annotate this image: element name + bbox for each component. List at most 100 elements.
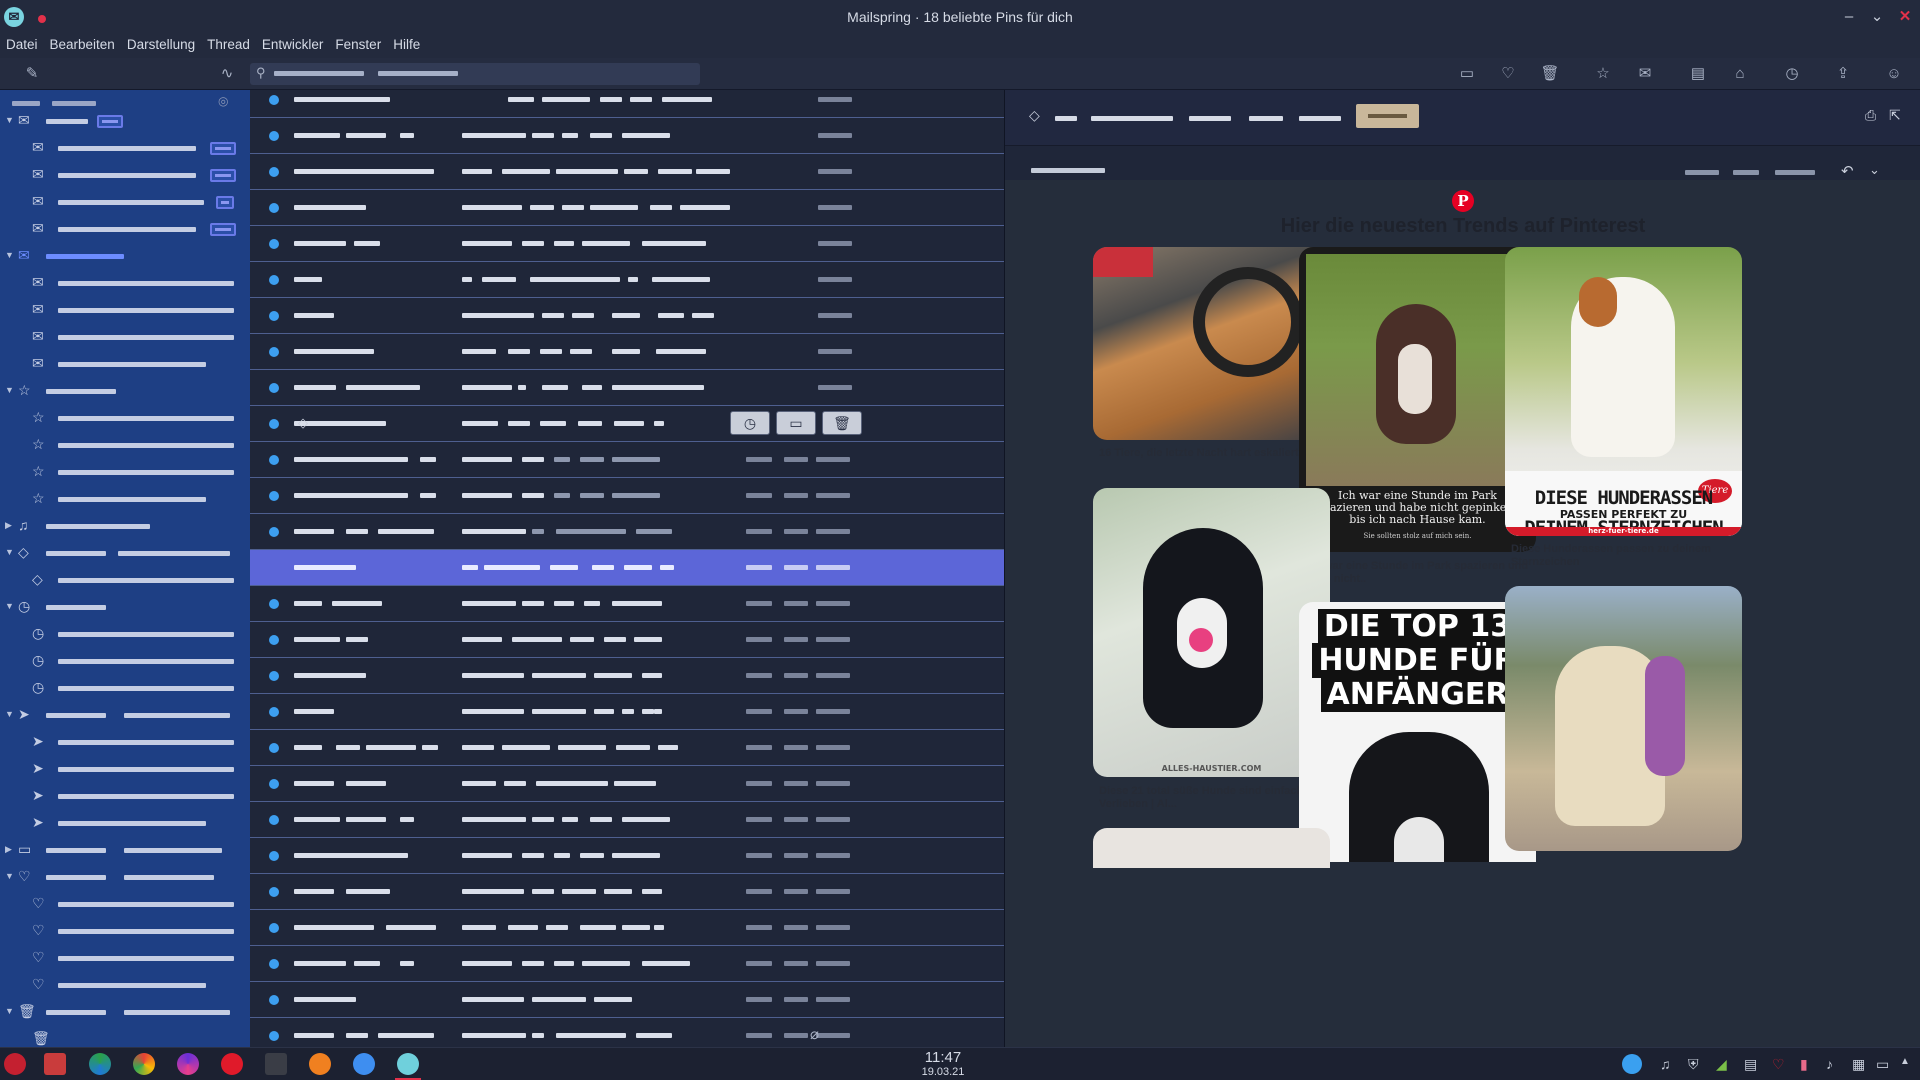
clipboard-icon[interactable]: ▦ [1852, 1056, 1865, 1073]
snooze-button[interactable]: ◷ [730, 411, 770, 435]
thread-row[interactable] [250, 622, 1004, 658]
unread-dot-icon[interactable] [269, 347, 279, 357]
search-input[interactable]: ⚲ [250, 63, 700, 85]
unread-dot-icon[interactable] [269, 131, 279, 141]
thread-row[interactable]: ◇ ◷ ▭ 🗑 [250, 406, 1004, 442]
mailspring-task-icon[interactable] [397, 1053, 419, 1075]
unread-dot-icon[interactable] [269, 203, 279, 213]
sidebar-item-inbox-account[interactable]: ✉ [0, 162, 250, 189]
reply-icon[interactable]: ↶ [1841, 162, 1854, 180]
sidebar-item-starred-account[interactable]: ☆ [0, 405, 250, 432]
star-icon[interactable]: ☆ [1593, 65, 1613, 83]
sidebar-item-starred[interactable]: ▼ ☆ [0, 378, 250, 405]
thread-row[interactable] [250, 946, 1004, 982]
collapse-arrow-icon[interactable]: ▼ [5, 115, 14, 125]
clock[interactable]: 11:47 19.03.21 [905, 1050, 981, 1079]
thread-row[interactable] [250, 154, 1004, 190]
thread-row[interactable] [250, 982, 1004, 1018]
thread-row[interactable] [250, 190, 1004, 226]
unread-dot-icon[interactable] [269, 491, 279, 501]
network-icon[interactable]: ▭ [1876, 1056, 1889, 1073]
sidebar-item-sent-account[interactable]: ➤ [0, 783, 250, 810]
thread-row[interactable] [250, 262, 1004, 298]
pin-image[interactable]: Tiere DIESE HUNDERASSEN PASSEN PERFEKT Z… [1505, 247, 1742, 536]
thread-row[interactable] [250, 514, 1004, 550]
menu-bearbeiten[interactable]: Bearbeiten [44, 34, 121, 58]
sidebar-item-unread-account[interactable]: ✉ [0, 324, 250, 351]
thread-row[interactable] [250, 370, 1004, 406]
unread-dot-icon[interactable] [269, 419, 279, 429]
unread-dot-icon[interactable] [269, 311, 279, 321]
trash-button[interactable]: 🗑 [822, 411, 862, 435]
minimize-icon[interactable]: – [1838, 6, 1860, 28]
pin-image[interactable] [1505, 586, 1742, 851]
activity-icon[interactable]: ∿ [217, 65, 237, 83]
pin-caption[interactable]: Diese Hunderassen passen zu deinem Stern… [1511, 543, 1748, 569]
app-launcher-icon[interactable] [4, 1053, 26, 1075]
pin-image[interactable]: DIE TOP 13 HUNDE FÜR ANFÄNGER [1299, 602, 1536, 862]
compose-icon[interactable]: ✎ [22, 65, 42, 83]
sidebar-item-trash-account[interactable]: 🗑 [0, 1026, 250, 1047]
sidebar-item-spam-account[interactable]: ♡ [0, 891, 250, 918]
file-manager-icon[interactable] [44, 1053, 66, 1075]
thread-row[interactable] [250, 874, 1004, 910]
pinterest-logo-icon[interactable]: P [1452, 190, 1474, 212]
unread-dot-icon[interactable] [269, 455, 279, 465]
maximize-icon[interactable]: ⌄ [1866, 6, 1888, 28]
sidebar-item-starred-account[interactable]: ☆ [0, 459, 250, 486]
unread-dot-icon[interactable] [269, 743, 279, 753]
thread-row[interactable]: ⌀ [250, 1018, 1004, 1047]
unread-dot-icon[interactable] [269, 95, 279, 105]
sidebar-item-labels[interactable]: ▼ ◇ [0, 540, 250, 567]
thread-row[interactable] [250, 118, 1004, 154]
terminal-icon[interactable] [265, 1053, 287, 1075]
unread-dot-icon[interactable] [269, 527, 279, 537]
thread-row[interactable] [250, 586, 1004, 622]
unread-dot-icon[interactable] [269, 239, 279, 249]
pin-caption[interactable]: Ich war eine Stunde im Park spazieren un… [1305, 560, 1542, 586]
sidebar-item-snoozed-account[interactable]: ◷ [0, 648, 250, 675]
print-icon[interactable]: ⎙ [1865, 107, 1876, 124]
volume-icon[interactable]: ♪ [1826, 1056, 1833, 1072]
sidebar-item-starred-account[interactable]: ☆ [0, 486, 250, 513]
thread-row[interactable] [250, 90, 1004, 118]
tray-expand-icon[interactable]: ▲ [1900, 1056, 1910, 1067]
sidebar-item-spam-account[interactable]: ♡ [0, 945, 250, 972]
menu-thread[interactable]: Thread [201, 34, 256, 58]
notification-icon[interactable]: ♫ [1660, 1056, 1671, 1072]
sidebar-item-sent-account[interactable]: ➤ [0, 810, 250, 837]
snooze-icon[interactable]: ◷ [1782, 65, 1802, 83]
firefox-icon[interactable] [177, 1053, 199, 1075]
thread-row[interactable] [250, 838, 1004, 874]
thread-row[interactable] [250, 694, 1004, 730]
move-folder-icon[interactable]: ▤ [1688, 65, 1708, 83]
menu-darstellung[interactable]: Darstellung [121, 34, 201, 58]
unread-dot-icon[interactable] [269, 959, 279, 969]
unread-dot-icon[interactable] [269, 275, 279, 285]
trash-icon[interactable]: 🗑 [1540, 65, 1560, 83]
alert-icon[interactable]: ♡ [1772, 1056, 1785, 1073]
thread-row[interactable] [250, 478, 1004, 514]
thread-row[interactable] [250, 550, 1004, 586]
sidebar-item-inbox-account[interactable]: ✉ [0, 135, 250, 162]
pin-image[interactable] [1093, 828, 1330, 868]
sidebar-item-inbox[interactable]: ▼ ✉ [0, 108, 250, 135]
unread-dot-icon[interactable] [269, 635, 279, 645]
share-icon[interactable]: ⇪ [1833, 65, 1853, 83]
update-icon[interactable] [1622, 1054, 1642, 1074]
thread-row[interactable] [250, 802, 1004, 838]
battery-icon[interactable]: ▮ [1800, 1056, 1808, 1073]
sidebar-item-unread-account[interactable]: ✉ [0, 351, 250, 378]
label-icon[interactable]: ⌂ [1730, 65, 1750, 83]
thread-row[interactable] [250, 442, 1004, 478]
edge-browser-icon[interactable] [89, 1053, 111, 1075]
thread-row[interactable] [250, 226, 1004, 262]
unread-dot-icon[interactable] [269, 815, 279, 825]
thread-row[interactable] [250, 658, 1004, 694]
sidebar-item-trash[interactable]: ▼ 🗑 [0, 999, 250, 1026]
sidebar-item-sent[interactable]: ▼ ➤ [0, 702, 250, 729]
sidebar-item-inbox-account[interactable]: ✉ [0, 189, 250, 216]
unread-dot-icon[interactable] [269, 671, 279, 681]
pin-image[interactable] [1093, 247, 1330, 440]
thread-row[interactable] [250, 766, 1004, 802]
